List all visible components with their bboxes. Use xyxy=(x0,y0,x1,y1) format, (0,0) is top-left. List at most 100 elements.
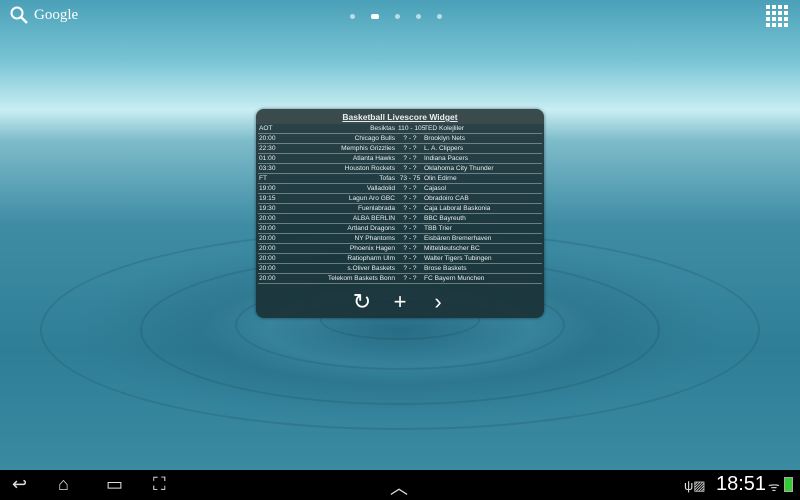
page-indicator xyxy=(350,14,442,19)
game-row[interactable]: 20:00 s.Oliver Baskets ? - ? Brose Baskets xyxy=(258,264,542,274)
home-team: ALBA BERLIN xyxy=(352,215,395,222)
home-team: Lagun Aro GBC xyxy=(348,195,395,202)
widget-title[interactable]: Basketball Livescore Widget xyxy=(256,109,544,124)
score: ? - ? xyxy=(403,145,417,152)
search-icon xyxy=(10,6,28,24)
score: ? - ? xyxy=(403,235,417,242)
game-time: 19:00 xyxy=(259,185,276,192)
away-team: Eisbären Bremerhaven xyxy=(424,235,492,242)
score: ? - ? xyxy=(403,265,417,272)
game-row[interactable]: 20:00 Ratiopharm Ulm ? - ? Walter Tigers Tu… xyxy=(258,254,542,264)
google-label: Google xyxy=(34,6,79,23)
game-time: 20:00 xyxy=(259,215,276,222)
score: ? - ? xyxy=(403,195,417,202)
score: ? - ? xyxy=(403,255,417,262)
widget-controls: ↻ + › xyxy=(256,291,544,313)
next-icon[interactable]: › xyxy=(428,291,448,313)
away-team: Mitteldeutscher BC xyxy=(424,245,480,252)
game-time: 20:00 xyxy=(259,255,276,262)
game-time: 20:00 xyxy=(259,235,276,242)
apps-grid-icon[interactable] xyxy=(766,5,788,27)
home-team: Fuenlabrada xyxy=(357,205,395,212)
away-team: Olin Edirne xyxy=(424,175,457,182)
home-team: Houston Rockets xyxy=(344,165,395,172)
away-team: L. A. Clippers xyxy=(424,145,464,152)
recent-apps-icon[interactable]: ▭ xyxy=(106,474,123,495)
game-row[interactable]: 19:00 Valladolid ? - ? Cajasol xyxy=(258,184,542,194)
game-row[interactable]: 20:00 Artland Dragons ? - ? TBB Trier xyxy=(258,224,542,234)
away-team: Oklahoma City Thunder xyxy=(424,165,494,172)
usb-icon: ψ▨ xyxy=(684,478,706,493)
game-time: 19:15 xyxy=(259,195,276,202)
score: ? - ? xyxy=(403,185,417,192)
score: ? - ? xyxy=(403,215,417,222)
score: 110 - 105 xyxy=(398,125,426,132)
away-team: Brose Baskets xyxy=(424,265,467,272)
home-team: NY Phantoms xyxy=(354,235,395,242)
away-team: BBC Bayreuth xyxy=(424,215,466,222)
away-team: Cajasol xyxy=(424,185,446,192)
home-team: Besiktas xyxy=(370,125,395,132)
game-row[interactable]: 03:30 Houston Rockets ? - ? Oklahoma City T… xyxy=(258,164,542,174)
game-time: 20:00 xyxy=(259,245,276,252)
page-dot-active[interactable] xyxy=(371,14,379,19)
away-team: FC Bayern Munchen xyxy=(424,275,485,282)
game-time: 01:00 xyxy=(259,155,276,162)
game-row[interactable]: 19:15 Lagun Aro GBC ? - ? Obradoiro CAB xyxy=(258,194,542,204)
game-row[interactable]: 20:00 ALBA BERLIN ? - ? BBC Bayreuth xyxy=(258,214,542,224)
score: ? - ? xyxy=(403,155,417,162)
away-team: Caja Laboral Baskonia xyxy=(424,205,491,212)
page-dot[interactable] xyxy=(437,14,442,19)
home-team: Memphis Grizzlies xyxy=(341,145,395,152)
wifi-icon: ᯤ xyxy=(768,479,780,494)
game-time: 22:30 xyxy=(259,145,276,152)
game-row[interactable]: 20:00 Telekom Baskets Bonn ? - ? FC Bayern … xyxy=(258,274,542,284)
games-list: AOT Besiktas 110 - 105 TED Kolejliler 20:00 C… xyxy=(256,124,544,284)
game-row[interactable]: 20:00 Phoenix Hagen ? - ? Mitteldeutscher B… xyxy=(258,244,542,254)
game-row[interactable]: 20:00 Chicago Bulls ? - ? Brooklyn Nets xyxy=(258,134,542,144)
refresh-icon[interactable]: ↻ xyxy=(352,291,372,313)
score: ? - ? xyxy=(403,205,417,212)
game-row[interactable]: 22:30 Memphis Grizzlies ? - ? L. A. Clipper… xyxy=(258,144,542,154)
score: ? - ? xyxy=(403,245,417,252)
game-time: 20:00 xyxy=(259,275,276,282)
home-team: Ratiopharm Ulm xyxy=(347,255,395,262)
away-team: Indiana Pacers xyxy=(424,155,468,162)
away-team: Brooklyn Nets xyxy=(424,135,466,142)
game-time: FT xyxy=(259,175,268,182)
away-team: TED Kolejliler xyxy=(424,125,464,132)
home-team: Valladolid xyxy=(366,185,395,192)
away-team: Obradoiro CAB xyxy=(424,195,469,202)
score: ? - ? xyxy=(403,275,417,282)
home-team: Telekom Baskets Bonn xyxy=(327,275,395,282)
game-time: 19:30 xyxy=(259,205,276,212)
game-row[interactable]: 19:30 Fuenlabrada ? - ? Caja Laboral Baskon… xyxy=(258,204,542,214)
page-dot[interactable] xyxy=(416,14,421,19)
clock[interactable]: 18:51 xyxy=(716,473,766,496)
add-icon[interactable]: + xyxy=(390,291,410,313)
back-icon[interactable]: ↩ xyxy=(12,474,27,495)
page-dot[interactable] xyxy=(350,14,355,19)
google-search-button[interactable]: Google xyxy=(10,6,78,24)
score: ? - ? xyxy=(403,165,417,172)
score: ? - ? xyxy=(403,225,417,232)
away-team: TBB Trier xyxy=(424,225,452,232)
livescore-widget: Basketball Livescore Widget AOT Besiktas 1… xyxy=(256,109,544,318)
home-icon[interactable]: ⌂ xyxy=(58,474,69,495)
screenshot-icon[interactable]: ⛶ xyxy=(153,474,166,495)
game-row[interactable]: 20:00 NY Phantoms ? - ? Eisbären Bremerhave… xyxy=(258,234,542,244)
game-row[interactable]: AOT Besiktas 110 - 105 TED Kolejliler xyxy=(258,124,542,134)
score: 73 - 75 xyxy=(399,175,421,182)
away-team: Walter Tigers Tubingen xyxy=(424,255,492,262)
home-team: Chicago Bulls xyxy=(354,135,395,142)
game-time: 20:00 xyxy=(259,265,276,272)
game-row[interactable]: 01:00 Atlanta Hawks ? - ? Indiana Pacers xyxy=(258,154,542,164)
battery-icon xyxy=(784,477,793,492)
home-team: Artland Dragons xyxy=(347,225,395,232)
game-time: 20:00 xyxy=(259,225,276,232)
game-row[interactable]: FT Tofas 73 - 75 Olin Edirne xyxy=(258,174,542,184)
expand-up-icon[interactable]: ︿ xyxy=(390,474,408,500)
game-time: 20:00 xyxy=(259,135,276,142)
game-time: AOT xyxy=(259,125,273,132)
page-dot[interactable] xyxy=(395,14,400,19)
